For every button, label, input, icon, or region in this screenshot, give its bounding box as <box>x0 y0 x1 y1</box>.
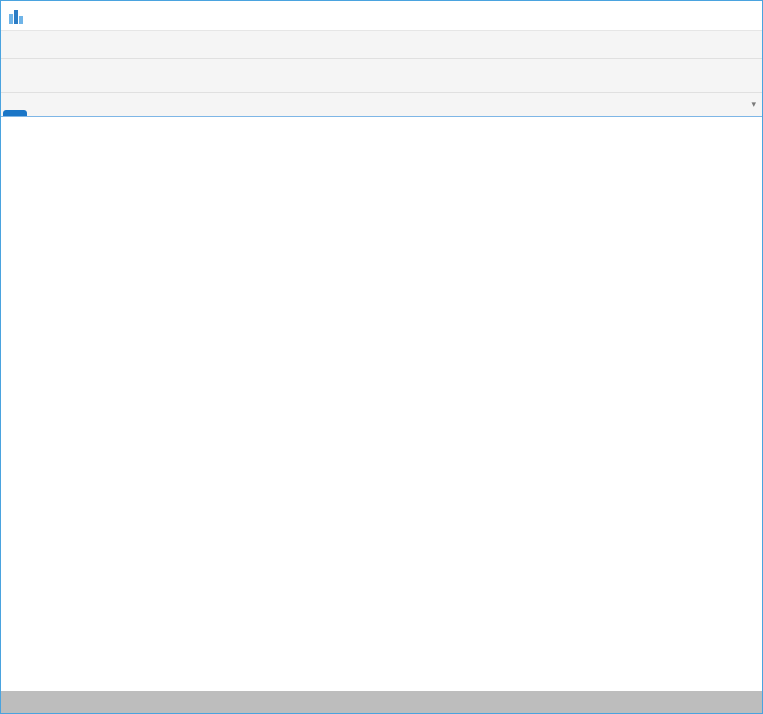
app-icon <box>9 8 25 24</box>
tab-graph[interactable] <box>3 110 27 116</box>
minimize-button[interactable] <box>624 1 670 31</box>
scatter-chart <box>11 127 752 681</box>
chart-area <box>1 117 762 691</box>
toolbar <box>1 59 762 93</box>
tab-strip: ▾ <box>1 93 762 117</box>
maximize-button[interactable] <box>670 1 716 31</box>
tab-menu-arrow-icon[interactable]: ▾ <box>751 99 756 110</box>
menu-bar <box>1 31 762 59</box>
status-bar <box>1 691 762 713</box>
close-button[interactable] <box>716 1 762 31</box>
title-bar <box>1 1 762 31</box>
